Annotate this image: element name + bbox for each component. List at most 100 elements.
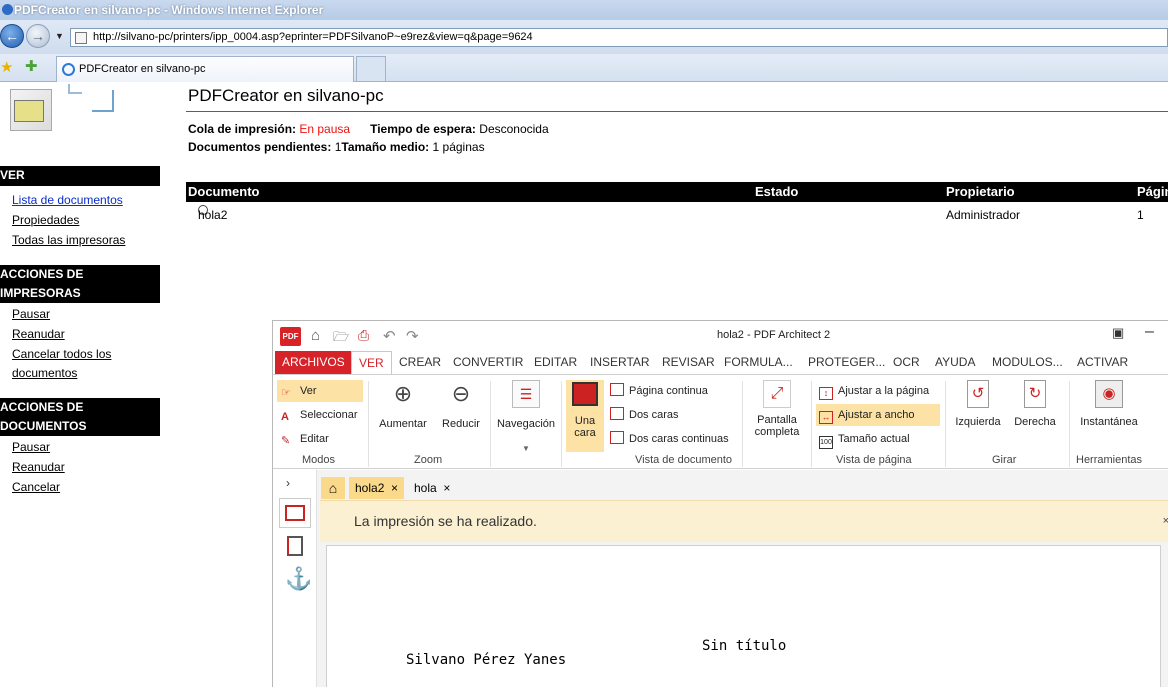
col-header-document: Documento [188,184,260,199]
two-pages-icon [610,407,624,420]
sidebar-link-all-printers[interactable]: Todas las impresoras [12,231,125,250]
ribbon-separator [561,381,562,467]
rotate-right-button[interactable]: ↻ Derecha [1009,380,1061,440]
bookmarks-icon[interactable] [287,536,303,556]
single-page-icon [572,382,598,406]
zoom-in-button[interactable]: ⊕ Aumentar [377,380,429,435]
print-icon[interactable]: ⎙ [358,327,369,344]
sidebar-link-resume-document[interactable]: Reanudar [12,458,65,477]
document-page[interactable]: Sin título Silvano Pérez Yanes [326,545,1161,687]
rotate-left-button[interactable]: ↺ Izquierda [951,380,1005,440]
sidebar-link-properties[interactable]: Propiedades [12,211,79,230]
restore-icon[interactable]: ▣ [1112,325,1124,341]
new-tab-button[interactable] [356,56,386,82]
menu-ver[interactable]: VER [351,351,392,375]
zoom-in-icon: ⊕ [393,381,413,406]
address-bar[interactable]: http://silvano-pc/printers/ipp_0004.asp?… [70,28,1168,47]
two-pages-label: Dos caras [629,409,679,421]
close-tab-icon[interactable]: × [443,481,450,495]
rotate-right-label: Derecha [1014,416,1056,428]
pdf-logo-icon: PDF [280,327,301,346]
mode-select-button[interactable]: A Seleccionar [281,404,357,426]
navigation-label: Navegación [496,418,556,430]
close-tab-icon[interactable]: × [391,481,398,495]
sidebar-link-resume-printer[interactable]: Reanudar [12,325,65,344]
expand-panel-icon[interactable]: › [286,476,290,490]
browser-title-bar: PDFCreator en silvano-pc - Windows Inter… [0,0,1168,20]
two-pages-button[interactable]: Dos caras [610,404,679,426]
home-icon[interactable]: ⌂ [311,327,320,344]
menu-archivos[interactable]: ARCHIVOS [275,351,352,374]
navigation-button[interactable]: ☰ Navegación ▼ [495,380,557,460]
fullscreen-icon: ⤢ [763,380,791,408]
mode-edit-label: Editar [300,433,329,445]
page-icon [75,32,87,44]
snapshot-button[interactable]: ◉ Instantánea [1074,380,1144,440]
fit-width-button[interactable]: ↔ Ajustar a ancho [816,404,940,426]
side-panel-bar: › ⚓ [273,470,317,687]
menu-crear[interactable]: CREAR [392,351,448,374]
rotate-left-icon: ↺ [967,380,989,408]
anchor-icon[interactable]: ⚓ [285,566,312,592]
two-pages-continuous-button[interactable]: Dos caras continuas [610,428,729,450]
mode-select-label: Seleccionar [300,409,358,421]
browser-tab[interactable]: PDFCreator en silvano-pc [56,56,354,82]
mode-edit-button[interactable]: ✎ Editar [281,428,329,450]
text-select-icon: A [281,411,289,423]
tab-hola2[interactable]: hola2 × [349,477,405,499]
sidebar-link-cancel-all[interactable]: Cancelar todos los [12,345,111,364]
menu-revisar[interactable]: REVISAR [655,351,722,374]
single-page-button[interactable]: Una cara [566,380,604,452]
sidebar-link-cancel-document[interactable]: Cancelar [12,478,60,497]
notification-text: La impresión se ha realizado. [354,513,537,529]
sidebar-header-printer-actions: ACCIONES DE IMPRESORAS [0,265,160,303]
continuous-page-icon [610,383,624,396]
sidebar-header-document-actions: ACCIONES DE DOCUMENTOS [0,398,160,436]
forward-button[interactable]: → [26,24,50,48]
sidebar-link-pause-document[interactable]: Pausar [12,438,50,457]
avg-size-label: Tamaño medio: [341,140,430,154]
close-notification-icon[interactable]: × [1163,501,1168,541]
actual-size-button[interactable]: 100 Tamaño actual [819,428,910,450]
mode-view-button[interactable]: ☞ Ver [277,380,363,402]
favorites-star-icon[interactable]: ★ [0,58,13,76]
menu-convertir[interactable]: CONVERTIR [446,351,530,374]
continuous-page-button[interactable]: Página continua [610,380,708,402]
two-pages-continuous-label: Dos caras continuas [629,433,729,445]
queue-status: En pausa [299,122,351,136]
fullscreen-button[interactable]: ⤢ Pantalla completa [747,380,807,452]
table-row[interactable]: hola2 Administrador 1 [186,205,1168,225]
menu-modulos[interactable]: MODULOS... [985,351,1070,374]
open-folder-icon[interactable]: 🗁 [333,328,349,350]
tab-hola[interactable]: hola × [408,477,456,499]
history-dropdown-icon[interactable]: ▼ [55,31,64,41]
redo-icon[interactable]: ↷ [406,327,419,345]
menu-activar[interactable]: ACTIVAR [1070,351,1135,374]
undo-icon[interactable]: ↶ [383,327,396,345]
menu-editar[interactable]: EDITAR [527,351,584,374]
menu-ocr[interactable]: OCR [886,351,927,374]
minimize-icon[interactable]: – [1145,323,1154,341]
sidebar-link-cancel-all-cont[interactable]: documentos [12,364,77,383]
fit-width-icon: ↔ [819,411,833,424]
menu-proteger[interactable]: PROTEGER... [801,351,892,374]
page-title: PDFCreator en silvano-pc [188,86,384,105]
group-label-tools: Herramientas [1076,454,1143,466]
menu-ayuda[interactable]: AYUDA [928,351,982,374]
queue-label: Cola de impresión: [188,122,297,136]
add-favorite-icon[interactable]: ✚ [25,57,38,75]
sidebar-link-pause-printer[interactable]: Pausar [12,305,50,324]
printer-actions-header-line1: ACCIONES DE [0,267,84,281]
document-author-text: Silvano Pérez Yanes [406,652,567,668]
back-button[interactable]: ← [0,24,24,48]
thumbnails-panel-button[interactable] [279,498,311,528]
sidebar-link-document-list[interactable]: Lista de documentos [12,191,123,210]
document-tabs: ⌂ hola2 × hola × [320,477,1168,499]
camera-icon: ◉ [1095,380,1123,408]
zoom-out-button[interactable]: ⊖ Reducir [436,380,486,435]
fit-page-button[interactable]: ↕ Ajustar a la página [819,380,929,402]
menu-formularios[interactable]: FORMULA... [717,351,800,374]
menu-insertar[interactable]: INSERTAR [583,351,657,374]
col-header-owner: Propietario [946,184,1015,199]
home-tab-icon[interactable]: ⌂ [321,477,345,499]
